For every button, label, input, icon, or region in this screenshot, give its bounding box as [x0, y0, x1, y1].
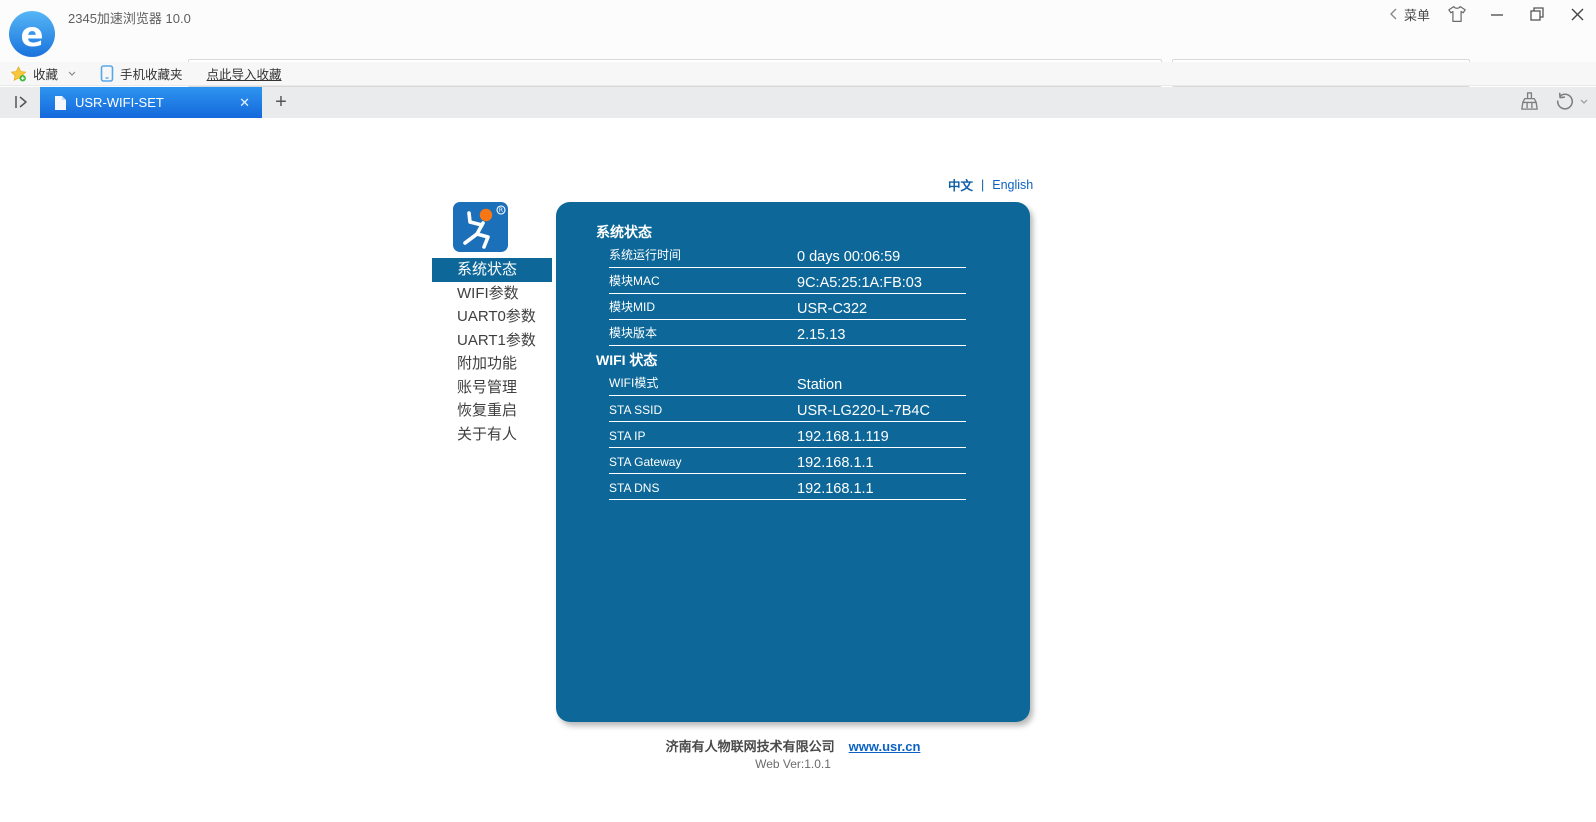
sidebar-item-account-management[interactable]: 账号管理 [432, 376, 552, 400]
field-label: STA DNS [609, 481, 659, 495]
phone-icon [100, 65, 114, 82]
web-version: Web Ver:1.0.1 [556, 757, 1030, 771]
sidebar-item-restore-restart[interactable]: 恢复重启 [432, 399, 552, 423]
field-label: 模块MID [609, 298, 655, 315]
web-page: 中文 | English R 系统状态 WIFI参数 UART0参数 [0, 118, 1596, 822]
field-label: STA IP [609, 429, 645, 443]
company-name: 济南有人物联网技术有限公司 [666, 739, 835, 754]
svg-text:e: e [20, 15, 43, 55]
tab-close-icon[interactable]: ✕ [239, 95, 250, 111]
browser-window: e 2345加速浏览器 10.0 菜单 [0, 0, 1596, 822]
sidebar-item-uart0-params[interactable]: UART0参数 [432, 305, 552, 329]
field-value: 192.168.1.1 [797, 481, 874, 497]
field-row-wifi-mode: WIFI模式 Station [609, 372, 966, 396]
mobile-favorites-label: 手机收藏夹 [120, 64, 183, 83]
sidebar-item-extra-functions[interactable]: 附加功能 [432, 352, 552, 376]
new-tab-button[interactable]: + [268, 89, 294, 115]
usr-iot-logo: R [453, 202, 508, 252]
usr-website-link[interactable]: www.usr.cn [849, 739, 921, 754]
field-value: 2.15.13 [797, 327, 845, 343]
sidebar-menu: 系统状态 WIFI参数 UART0参数 UART1参数 附加功能 账号管理 恢复… [432, 258, 552, 446]
status-panel: 系统状态 系统运行时间 0 days 00:06:59 模块MAC 9C:A5:… [556, 202, 1030, 722]
tab-usr-wifi-set[interactable]: USR-WIFI-SET ✕ [40, 87, 262, 118]
field-value: Station [797, 377, 842, 393]
cleaner-broom-icon[interactable] [1519, 91, 1540, 112]
window-title: 2345加速浏览器 10.0 [68, 8, 191, 27]
field-value: 0 days 00:06:59 [797, 249, 900, 265]
bookmarks-bar: 收藏 手机收藏夹 点此导入收藏 [0, 62, 1596, 86]
field-row-sta-dns: STA DNS 192.168.1.1 [609, 476, 966, 500]
field-value: USR-C322 [797, 301, 867, 317]
language-switcher: 中文 | English [948, 175, 1033, 194]
section-title-system-status: 系统状态 [596, 222, 1030, 244]
section-title-wifi-status: WIFI 状态 [596, 350, 1030, 372]
star-add-icon [10, 66, 27, 82]
field-label: WIFI模式 [609, 374, 658, 391]
chevron-left-icon [1389, 8, 1398, 20]
page-footer: 济南有人物联网技术有限公司 www.usr.cn Web Ver:1.0.1 [556, 736, 1030, 771]
favorites-label: 收藏 [33, 64, 58, 83]
lang-divider: | [981, 178, 984, 192]
field-label: STA Gateway [609, 455, 681, 469]
reopen-closed-tab-icon[interactable] [1554, 92, 1588, 112]
page-icon [54, 95, 67, 111]
field-value: USR-LG220-L-7B4C [797, 403, 930, 419]
restore-button[interactable] [1524, 3, 1550, 25]
close-button[interactable] [1564, 3, 1590, 25]
field-label: STA SSID [609, 403, 662, 417]
field-row-sta-gateway: STA Gateway 192.168.1.1 [609, 450, 966, 474]
skin-theme-icon[interactable] [1444, 3, 1470, 25]
browser-logo-icon[interactable]: e [8, 10, 56, 58]
field-value: 192.168.1.119 [797, 429, 889, 445]
field-value: 192.168.1.1 [797, 455, 874, 471]
mobile-favorites-button[interactable]: 手机收藏夹 [100, 64, 183, 83]
lang-english-link[interactable]: English [992, 178, 1033, 192]
sidebar-item-system-status[interactable]: 系统状态 [432, 258, 552, 282]
sidebar-item-wifi-params[interactable]: WIFI参数 [432, 282, 552, 306]
field-row-version: 模块版本 2.15.13 [609, 322, 966, 346]
sidebar-item-about-usr[interactable]: 关于有人 [432, 423, 552, 447]
toolbar: 192.168.1.119 e Costco开业首日 [0, 28, 1596, 62]
chevron-down-icon [68, 71, 76, 77]
favorites-button[interactable]: 收藏 [10, 64, 76, 83]
import-bookmarks-link[interactable]: 点此导入收藏 [207, 64, 282, 83]
field-row-mac: 模块MAC 9C:A5:25:1A:FB:03 [609, 270, 966, 294]
tab-title: USR-WIFI-SET [75, 95, 239, 110]
field-label: 模块版本 [609, 324, 657, 341]
tab-bar: USR-WIFI-SET ✕ + [0, 87, 1596, 118]
field-row-mid: 模块MID USR-C322 [609, 296, 966, 320]
menu-button[interactable]: 菜单 [1389, 5, 1430, 24]
field-label: 系统运行时间 [609, 246, 681, 263]
chevron-down-icon [1580, 99, 1588, 105]
field-label: 模块MAC [609, 272, 660, 289]
lang-chinese-link[interactable]: 中文 [948, 175, 973, 194]
minimize-button[interactable] [1484, 3, 1510, 25]
tab-list-expand-icon[interactable] [12, 92, 30, 112]
title-bar: e 2345加速浏览器 10.0 菜单 [0, 0, 1596, 28]
field-row-sta-ssid: STA SSID USR-LG220-L-7B4C [609, 398, 966, 422]
field-row-sta-ip: STA IP 192.168.1.119 [609, 424, 966, 448]
field-value: 9C:A5:25:1A:FB:03 [797, 275, 922, 291]
sidebar-item-uart1-params[interactable]: UART1参数 [432, 329, 552, 353]
menu-label: 菜单 [1404, 5, 1430, 24]
field-row-uptime: 系统运行时间 0 days 00:06:59 [609, 244, 966, 268]
svg-text:R: R [499, 207, 503, 214]
